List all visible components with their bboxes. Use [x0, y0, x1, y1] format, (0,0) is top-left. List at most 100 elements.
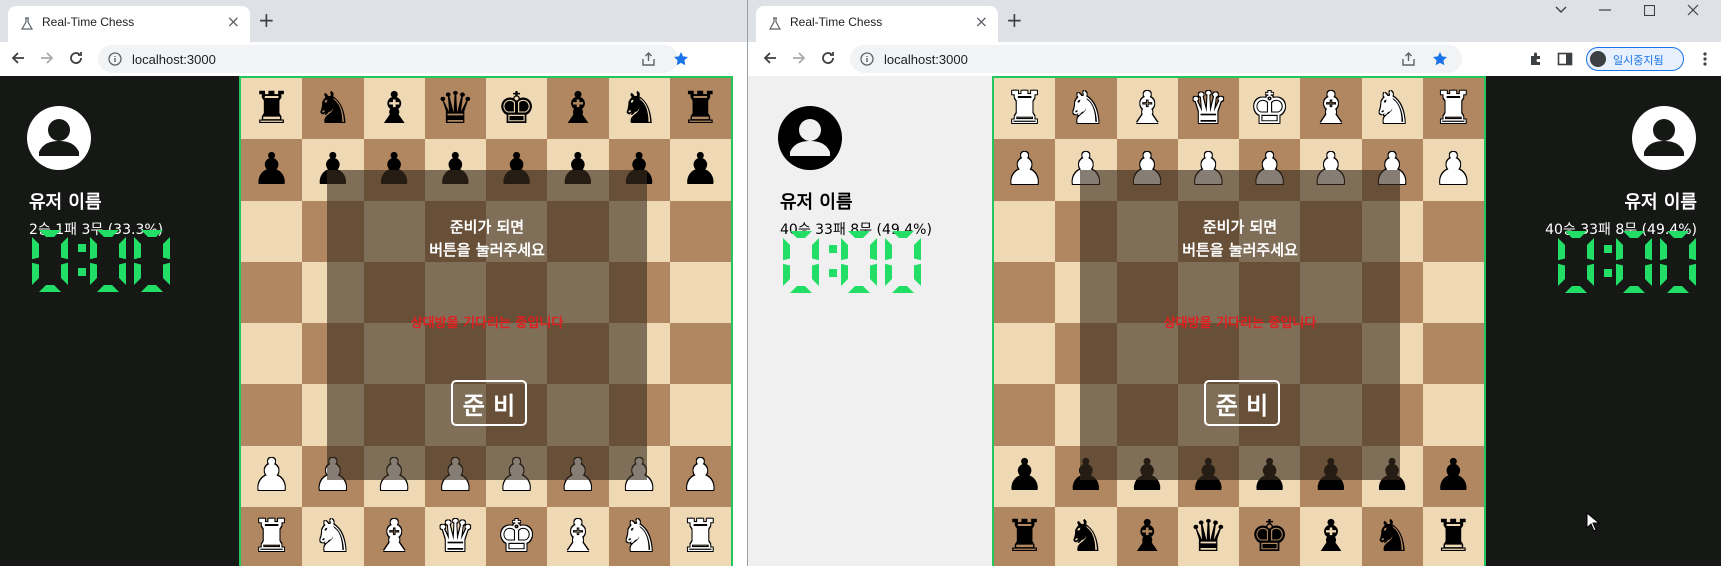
black-king-piece[interactable]: ♚ — [1250, 515, 1289, 559]
new-tab-button[interactable]: + — [258, 8, 275, 32]
board-square[interactable]: ♟ — [1422, 139, 1484, 201]
board-square[interactable] — [241, 384, 303, 446]
board-square[interactable]: ♝ — [547, 78, 609, 140]
white-pawn-piece[interactable]: ♟ — [252, 454, 291, 498]
forward-arrow-icon[interactable] — [36, 47, 58, 69]
board-square[interactable]: ♟ — [994, 139, 1056, 201]
white-rook-piece[interactable]: ♜ — [1005, 86, 1044, 131]
black-pawn-piece[interactable]: ♟ — [1005, 454, 1044, 498]
black-pawn-piece[interactable]: ♟ — [1434, 454, 1473, 498]
black-knight-piece[interactable]: ♞ — [1066, 515, 1105, 559]
white-queen-piece[interactable]: ♛ — [1189, 86, 1228, 131]
board-square[interactable]: ♞ — [608, 506, 670, 566]
info-icon[interactable] — [108, 52, 122, 66]
board-square[interactable]: ♞ — [1055, 506, 1117, 566]
star-icon[interactable] — [670, 48, 692, 70]
black-bishop-piece[interactable]: ♝ — [374, 86, 413, 131]
board-square[interactable]: ♜ — [994, 506, 1056, 566]
board-square[interactable] — [994, 384, 1056, 446]
board-square[interactable] — [241, 200, 303, 262]
board-square[interactable]: ♜ — [1422, 78, 1484, 140]
white-rook-piece[interactable]: ♜ — [681, 515, 720, 559]
board-square[interactable] — [669, 323, 731, 385]
board-square[interactable]: ♞ — [302, 506, 364, 566]
white-knight-piece[interactable]: ♞ — [313, 515, 352, 559]
board-square[interactable]: ♚ — [1239, 78, 1301, 140]
white-knight-piece[interactable]: ♞ — [1066, 86, 1105, 131]
board-square[interactable]: ♜ — [669, 78, 731, 140]
white-king-piece[interactable]: ♚ — [1250, 86, 1289, 131]
tab-real-time-chess[interactable]: Real-Time Chess × — [8, 6, 250, 42]
black-rook-piece[interactable]: ♜ — [1005, 515, 1044, 559]
extensions-icon[interactable] — [1525, 48, 1547, 70]
profile-button[interactable]: 일시중지됨 — [1586, 47, 1684, 71]
white-king-piece[interactable]: ♚ — [497, 515, 536, 559]
info-icon[interactable] — [860, 52, 874, 66]
board-square[interactable]: ♟ — [1422, 445, 1484, 507]
board-square[interactable] — [241, 261, 303, 323]
sidepanel-icon[interactable] — [1554, 48, 1576, 70]
white-queen-piece[interactable]: ♛ — [436, 515, 475, 559]
board-square[interactable]: ♛ — [1177, 78, 1239, 140]
board-square[interactable]: ♝ — [1116, 506, 1178, 566]
board-square[interactable]: ♜ — [1422, 506, 1484, 566]
address-bar[interactable]: localhost:3000 — [98, 45, 678, 73]
board-square[interactable]: ♚ — [1239, 506, 1301, 566]
forward-arrow-icon[interactable] — [788, 47, 810, 69]
black-bishop-piece[interactable]: ♝ — [558, 86, 597, 131]
board-square[interactable]: ♛ — [1177, 506, 1239, 566]
board-square[interactable]: ♜ — [994, 78, 1056, 140]
board-square[interactable]: ♟ — [241, 139, 303, 201]
board-square[interactable] — [1422, 200, 1484, 262]
board-square[interactable]: ♚ — [486, 506, 548, 566]
black-king-piece[interactable]: ♚ — [497, 86, 536, 131]
black-bishop-piece[interactable]: ♝ — [1311, 515, 1350, 559]
board-square[interactable]: ♜ — [669, 506, 731, 566]
new-tab-button[interactable]: + — [1006, 8, 1023, 32]
white-bishop-piece[interactable]: ♝ — [558, 515, 597, 559]
board-square[interactable]: ♞ — [1361, 506, 1423, 566]
black-pawn-piece[interactable]: ♟ — [252, 147, 291, 192]
board-square[interactable] — [994, 323, 1056, 385]
board-square[interactable]: ♛ — [424, 78, 486, 140]
reload-icon[interactable] — [65, 47, 87, 69]
tab-close-icon[interactable]: × — [227, 12, 240, 31]
share-icon[interactable] — [1401, 52, 1416, 67]
board-square[interactable] — [669, 384, 731, 446]
black-knight-piece[interactable]: ♞ — [1372, 515, 1411, 559]
board-square[interactable] — [1422, 384, 1484, 446]
board-square[interactable]: ♟ — [669, 139, 731, 201]
white-pawn-piece[interactable]: ♟ — [681, 454, 720, 498]
board-square[interactable] — [669, 200, 731, 262]
share-icon[interactable] — [641, 52, 656, 67]
black-knight-piece[interactable]: ♞ — [313, 86, 352, 131]
black-rook-piece[interactable]: ♜ — [1434, 515, 1473, 559]
board-square[interactable]: ♜ — [241, 78, 303, 140]
board-square[interactable] — [994, 261, 1056, 323]
board-square[interactable]: ♞ — [1361, 78, 1423, 140]
black-bishop-piece[interactable]: ♝ — [1127, 515, 1166, 559]
star-icon[interactable] — [1432, 51, 1448, 67]
back-arrow-icon[interactable] — [759, 47, 781, 69]
black-queen-piece[interactable]: ♛ — [436, 86, 475, 131]
board-square[interactable]: ♝ — [1300, 78, 1362, 140]
board-square[interactable]: ♝ — [363, 78, 425, 140]
white-rook-piece[interactable]: ♜ — [252, 515, 291, 559]
board-square[interactable]: ♟ — [994, 445, 1056, 507]
board-square[interactable]: ♟ — [241, 445, 303, 507]
white-bishop-piece[interactable]: ♝ — [374, 515, 413, 559]
white-bishop-piece[interactable]: ♝ — [1311, 86, 1350, 131]
board-square[interactable]: ♝ — [363, 506, 425, 566]
black-queen-piece[interactable]: ♛ — [1189, 515, 1228, 559]
back-arrow-icon[interactable] — [7, 47, 29, 69]
ready-button[interactable]: 준 비 — [451, 380, 527, 426]
black-pawn-piece[interactable]: ♟ — [681, 147, 720, 192]
white-knight-piece[interactable]: ♞ — [619, 515, 658, 559]
black-knight-piece[interactable]: ♞ — [619, 86, 658, 131]
chess-board[interactable]: ♜♞♝♛♚♝♞♜♟♟♟♟♟♟♟♟♟♟♟♟♟♟♟♟♜♞♝♛♚♝♞♜ 준비가 되면 … — [992, 76, 1486, 566]
board-square[interactable] — [1422, 323, 1484, 385]
board-square[interactable]: ♟ — [669, 445, 731, 507]
board-square[interactable]: ♞ — [608, 78, 670, 140]
black-rook-piece[interactable]: ♜ — [252, 86, 291, 131]
board-square[interactable]: ♜ — [241, 506, 303, 566]
